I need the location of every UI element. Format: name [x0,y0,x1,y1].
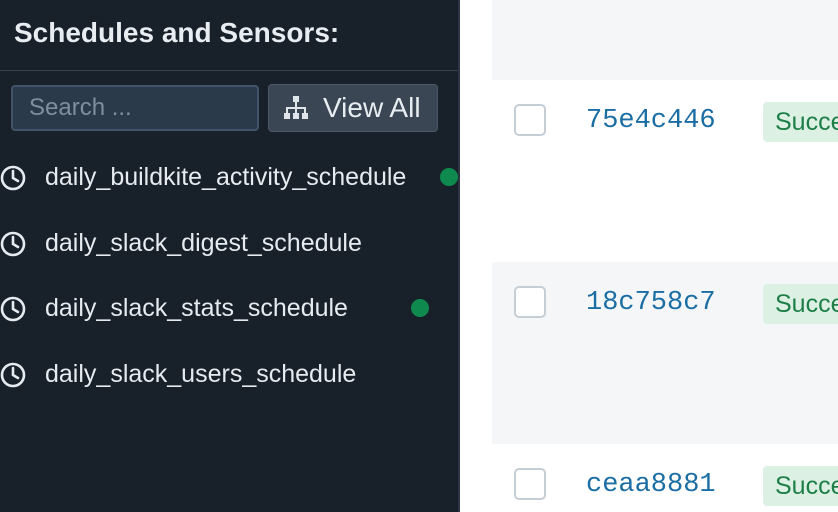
clock-icon [0,231,26,257]
schedule-item-daily-buildkite-activity[interactable]: daily_buildkite_activity_schedule [0,152,458,202]
status-badge: Succe [763,466,838,506]
table-row: 75e4c446 Succe [460,102,838,164]
view-all-label: View All [323,92,421,123]
row-checkbox[interactable] [514,286,546,318]
row-checkbox[interactable] [514,104,546,136]
schedule-item-daily-slack-users[interactable]: daily_slack_users_schedule [0,349,458,399]
table-row: ceaa8881 Succe [460,466,838,512]
schedule-item-label: daily_slack_stats_schedule [45,294,348,322]
row-checkbox[interactable] [514,468,546,500]
sidebar: Schedules and Sensors: View All daily_bu… [0,0,460,512]
clock-icon [0,296,26,322]
sidebar-title: Schedules and Sensors: [14,17,340,48]
status-badge: Succe [763,284,838,324]
schedule-item-label: daily_slack_users_schedule [45,360,357,388]
status-badge: Succe [763,102,838,142]
runs-panel: 75e4c446 Succe 18c758c7 Succe ceaa8881 S… [460,0,838,512]
run-id-link[interactable]: 75e4c446 [586,104,716,138]
run-id-link[interactable]: ceaa8881 [586,468,716,502]
run-id-link[interactable]: 18c758c7 [586,286,716,320]
clock-icon [0,165,26,191]
schedule-item-label: daily_slack_digest_schedule [45,229,362,257]
hierarchy-icon [284,96,308,119]
schedule-item-daily-slack-stats[interactable]: daily_slack_stats_schedule [0,283,458,333]
running-status-dot [440,168,458,186]
search-input[interactable] [11,85,259,131]
clock-icon [0,362,26,388]
running-status-dot [411,299,429,317]
sidebar-divider [0,70,458,71]
view-all-button[interactable]: View All [268,84,438,132]
table-row: 18c758c7 Succe [460,284,838,346]
schedule-item-label: daily_buildkite_activity_schedule [45,163,407,191]
row-band [492,0,838,80]
schedule-item-daily-slack-digest[interactable]: daily_slack_digest_schedule [0,218,458,268]
